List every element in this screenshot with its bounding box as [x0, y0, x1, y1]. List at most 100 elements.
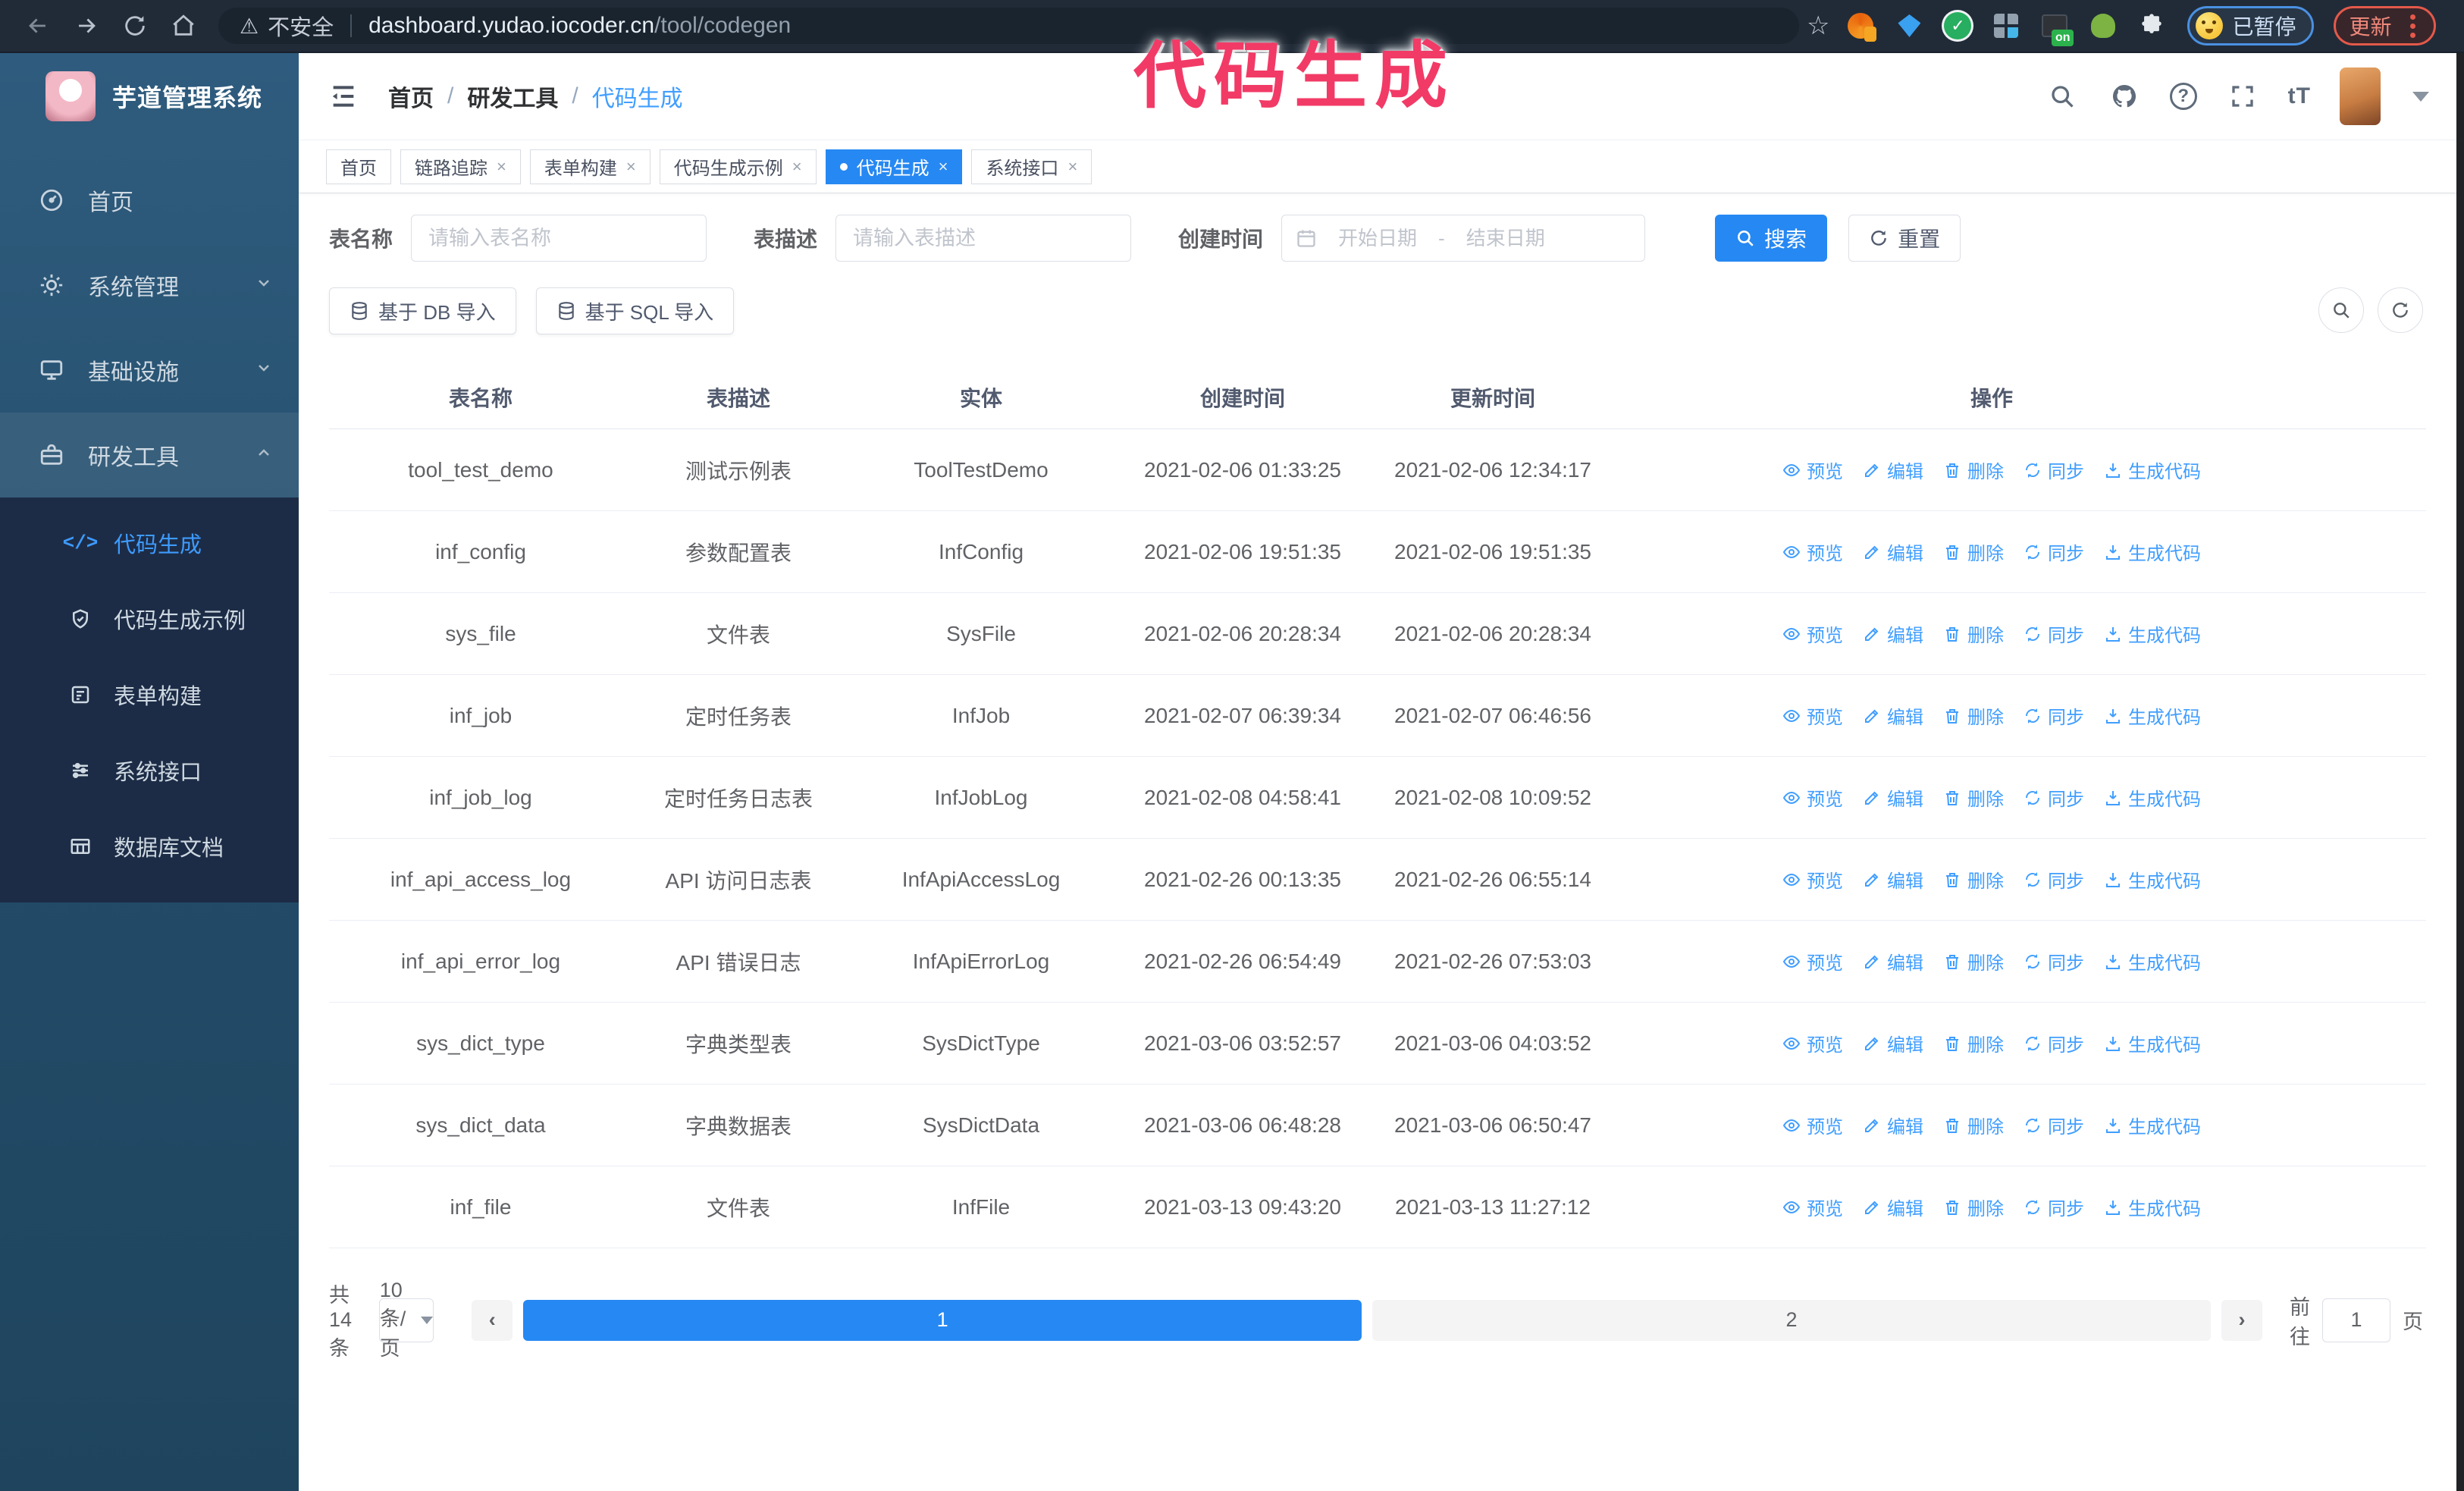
- reset-button[interactable]: 重置: [1848, 215, 1961, 262]
- action-generate-code-link[interactable]: 生成代码: [2104, 948, 2201, 975]
- font-size-icon[interactable]: tT: [2288, 83, 2311, 109]
- action-preview-link[interactable]: 预览: [1782, 620, 1843, 647]
- action-delete-link[interactable]: 删除: [1943, 702, 2004, 729]
- page-button-1[interactable]: 1: [523, 1299, 1362, 1341]
- sidebar-item-home[interactable]: 首页: [0, 158, 299, 243]
- start-date-input[interactable]: [1317, 226, 1439, 250]
- action-preview-link[interactable]: 预览: [1782, 948, 1843, 975]
- table-name-input[interactable]: [411, 215, 707, 262]
- action-edit-link[interactable]: 编辑: [1863, 1030, 1923, 1056]
- action-edit-link[interactable]: 编辑: [1863, 784, 1923, 811]
- action-delete-link[interactable]: 删除: [1943, 620, 2004, 647]
- bookmark-star-icon[interactable]: ☆: [1807, 11, 1829, 41]
- action-sync-link[interactable]: 同步: [2024, 538, 2084, 565]
- sidebar-item-system-management[interactable]: 系统管理: [0, 243, 299, 328]
- browser-menu-kebab-icon[interactable]: [2409, 23, 2415, 29]
- browser-reload-icon[interactable]: [111, 5, 159, 47]
- action-delete-link[interactable]: 删除: [1943, 1030, 2004, 1056]
- table-desc-input[interactable]: [835, 215, 1132, 262]
- goto-page-input[interactable]: [2322, 1298, 2390, 1342]
- orange-extension-icon[interactable]: [1846, 11, 1875, 40]
- action-delete-link[interactable]: 删除: [1943, 1112, 2004, 1138]
- browser-profile-chip[interactable]: 已暂停: [2187, 6, 2314, 46]
- action-generate-code-link[interactable]: 生成代码: [2104, 620, 2201, 647]
- action-edit-link[interactable]: 编辑: [1863, 948, 1923, 975]
- tab-close-icon[interactable]: ×: [939, 157, 948, 177]
- action-sync-link[interactable]: 同步: [2024, 1030, 2084, 1056]
- sidebar-item-database-doc[interactable]: 数据库文档: [0, 808, 299, 884]
- security-label[interactable]: 不安全: [268, 10, 334, 42]
- action-delete-link[interactable]: 删除: [1943, 784, 2004, 811]
- tab-form-builder[interactable]: 表单构建 ×: [529, 149, 650, 184]
- scrollbar[interactable]: [2456, 53, 2464, 1491]
- tab-close-icon[interactable]: ×: [626, 157, 636, 177]
- action-sync-link[interactable]: 同步: [2024, 620, 2084, 647]
- action-delete-link[interactable]: 删除: [1943, 948, 2004, 975]
- browser-address-bar[interactable]: ⚠ 不安全 dashboard.yudao.iocoder.cn/tool/co…: [218, 8, 1799, 44]
- action-sync-link[interactable]: 同步: [2024, 948, 2084, 975]
- action-generate-code-link[interactable]: 生成代码: [2104, 457, 2201, 483]
- date-range-picker[interactable]: -: [1281, 215, 1646, 262]
- action-sync-link[interactable]: 同步: [2024, 866, 2084, 893]
- action-edit-link[interactable]: 编辑: [1863, 1112, 1923, 1138]
- next-page-button[interactable]: ›: [2221, 1299, 2262, 1341]
- action-preview-link[interactable]: 预览: [1782, 866, 1843, 893]
- fullscreen-icon[interactable]: [2226, 80, 2259, 113]
- action-delete-link[interactable]: 删除: [1943, 538, 2004, 565]
- github-icon[interactable]: [2108, 80, 2141, 113]
- action-generate-code-link[interactable]: 生成代码: [2104, 1112, 2201, 1138]
- sidebar-item-form-builder[interactable]: 表单构建: [0, 657, 299, 733]
- avatar-caret-down-icon[interactable]: [2412, 91, 2429, 102]
- user-avatar[interactable]: [2340, 67, 2381, 125]
- hide-search-button[interactable]: [2318, 287, 2364, 333]
- tab-codegen-example[interactable]: 代码生成示例 ×: [659, 149, 817, 184]
- action-preview-link[interactable]: 预览: [1782, 538, 1843, 565]
- action-generate-code-link[interactable]: 生成代码: [2104, 1030, 2201, 1056]
- page-button-2[interactable]: 2: [1372, 1299, 2211, 1341]
- tab-codegen[interactable]: 代码生成 ×: [825, 149, 963, 184]
- action-sync-link[interactable]: 同步: [2024, 784, 2084, 811]
- green-extension-icon[interactable]: [2089, 11, 2118, 40]
- browser-update-button[interactable]: 更新: [2333, 6, 2436, 46]
- page-url[interactable]: dashboard.yudao.iocoder.cn/tool/codegen: [368, 13, 791, 39]
- tab-system-interface[interactable]: 系统接口 ×: [971, 149, 1092, 184]
- search-button[interactable]: 搜索: [1715, 215, 1828, 262]
- sidebar-collapse-icon[interactable]: [326, 81, 361, 111]
- breadcrumb-dev-tools[interactable]: 研发工具: [467, 80, 558, 113]
- action-preview-link[interactable]: 预览: [1782, 702, 1843, 729]
- app-logo[interactable]: 芋道管理系统: [0, 53, 299, 138]
- action-preview-link[interactable]: 预览: [1782, 1030, 1843, 1056]
- import-db-button[interactable]: 基于 DB 导入: [329, 287, 516, 334]
- end-date-input[interactable]: [1444, 226, 1566, 250]
- sidebar-item-code-generation-example[interactable]: 代码生成示例: [0, 581, 299, 657]
- action-edit-link[interactable]: 编辑: [1863, 1194, 1923, 1220]
- tab-home[interactable]: 首页: [326, 149, 391, 184]
- import-sql-button[interactable]: 基于 SQL 导入: [535, 287, 735, 334]
- action-delete-link[interactable]: 删除: [1943, 866, 2004, 893]
- action-delete-link[interactable]: 删除: [1943, 457, 2004, 483]
- action-edit-link[interactable]: 编辑: [1863, 702, 1923, 729]
- action-generate-code-link[interactable]: 生成代码: [2104, 784, 2201, 811]
- action-preview-link[interactable]: 预览: [1782, 457, 1843, 483]
- tab-close-icon[interactable]: ×: [1067, 157, 1077, 177]
- sidebar-item-system-interface[interactable]: 系统接口: [0, 733, 299, 808]
- prev-page-button[interactable]: ‹: [472, 1299, 513, 1341]
- browser-forward-icon[interactable]: [62, 5, 111, 47]
- action-sync-link[interactable]: 同步: [2024, 457, 2084, 483]
- shield-check-extension-icon[interactable]: ✓: [1943, 11, 1972, 40]
- tab-close-icon[interactable]: ×: [497, 157, 506, 177]
- action-generate-code-link[interactable]: 生成代码: [2104, 702, 2201, 729]
- action-preview-link[interactable]: 预览: [1782, 1194, 1843, 1220]
- browser-home-icon[interactable]: [159, 5, 208, 47]
- breadcrumb-home[interactable]: 首页: [388, 80, 434, 113]
- browser-back-icon[interactable]: [14, 5, 62, 47]
- action-generate-code-link[interactable]: 生成代码: [2104, 538, 2201, 565]
- action-preview-link[interactable]: 预览: [1782, 784, 1843, 811]
- tab-close-icon[interactable]: ×: [792, 157, 802, 177]
- action-edit-link[interactable]: 编辑: [1863, 457, 1923, 483]
- action-sync-link[interactable]: 同步: [2024, 1194, 2084, 1220]
- refresh-table-button[interactable]: [2378, 287, 2423, 333]
- help-icon[interactable]: ?: [2169, 83, 2197, 110]
- action-generate-code-link[interactable]: 生成代码: [2104, 1194, 2201, 1220]
- gem-extension-icon[interactable]: [1895, 11, 1923, 40]
